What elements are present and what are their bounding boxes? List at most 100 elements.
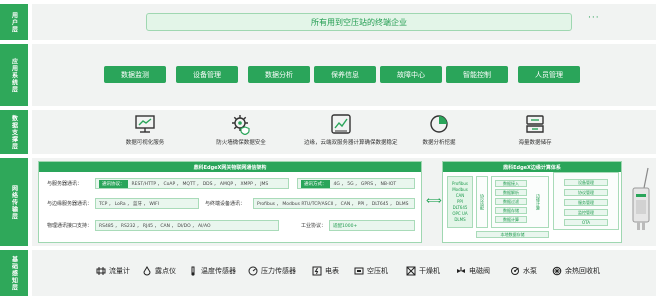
application-layer: 应用系统层 数据监测 设备管理 数据分析 保养信息 故障中心 智能控制 人员管理 [0,44,660,106]
dryer-icon [406,266,416,276]
user-layer: 用户层 所有用到空压站的终端企业 ··· [0,4,660,40]
network-layer: 网络传输层 鼎科EdgeX网关物联网通信架构 与服务器通讯： 通讯协议： RES… [0,158,660,246]
device-label: 干燥机 [419,267,440,275]
layer-label-network: 网络传输层 [0,158,28,246]
app-button-smart-control[interactable]: 智能控制 [446,66,508,83]
electric-meter-icon [312,266,322,276]
gateway-device-icon [632,167,650,230]
protocol-list: Profibus Modbus CAN PPI DLT645 OPC UA DL… [452,181,468,223]
layer-label-basic-sensing: 基础感知层 [0,250,28,296]
service-label: 数据分析挖掘 [422,140,456,146]
service-label: 数据可视化服务 [125,140,165,146]
flow-meter-icon [96,267,106,275]
app-button-staff-manage[interactable]: 人员管理 [518,66,580,83]
app-button-device-manage[interactable]: 设备管理 [176,66,238,83]
trend-chart-icon [331,114,351,134]
pressure-icon [248,266,258,276]
panel-title: 鼎科EdgeX网关物联网通信架构 [39,162,421,172]
device-heat-recovery: 余热回收机 [552,266,600,276]
monitor-chart-icon [135,115,155,133]
comm-protocol-box: 通讯协议： REST/HTTP ， CoAP ， MQTT ， DDS ， AM… [95,178,289,189]
comm-mode-tag: 通讯方式： [301,179,330,188]
device-label: 空压机 [367,267,388,275]
terminal-protocol-box: Profibus ， Modbus RTU/TCP/ASCII ， CAN ， … [253,198,415,209]
service-storage: 海量数据储存 [498,113,572,146]
comm-mode-values: 4G ， 5G ， GPRS ， NB-IOT [333,181,397,187]
app-button-data-analysis[interactable]: 数据分析 [248,66,310,83]
layer-label-data-support: 数据支撑层 [0,110,28,154]
data-support-layer-body: 数据可视化服务 防火墙微保数据安全 边缘，云端双服务器计算确保数据稳定 数据分析… [32,110,656,154]
device-label: 电磁阀 [469,267,490,275]
pie-chart-icon [430,115,448,133]
user-bar: 所有用到空压站的终端企业 [146,13,572,31]
device-label: 水泵 [523,267,537,275]
more-dots: ··· [588,13,600,23]
manage-item: 服务管理 [564,199,608,206]
data-item: 数据解析 [495,189,527,196]
local-storage-bar: 本地数据存储 [476,231,549,238]
device-pump: 水泵 [510,266,537,276]
pump-icon [511,267,519,275]
basic-sensing-layer: 基础感知层 流量计 露点仪 温度传感器 压力传感器 电表 空压机 干燥机 电磁阀… [0,250,660,296]
device-temperature: 温度传感器 [188,266,236,276]
device-label: 温度传感器 [201,267,236,275]
solenoid-valve-icon [457,267,465,273]
manage-item: 协议管理 [564,189,608,196]
edge-compute-label: 边缘计算 [536,194,541,210]
data-item: 数据计算 [495,216,527,223]
manage-item: OTA [564,219,608,226]
comm-protocol-values: REST/HTTP ， CoAP ， MQTT ， DDS ， AMQP ， X… [131,181,269,187]
edge-protocol-box: TCP ， LoRa ， 蓝牙 ， WIFI [95,198,199,209]
basic-sensing-layer-body: 流量计 露点仪 温度传感器 压力传感器 电表 空压机 干燥机 电磁阀 水泵 余热… [32,250,656,296]
terminal-label: 与终端设备通讯： [205,201,246,207]
bidirectional-arrow-icon: ⟺ [426,194,442,207]
service-visualization: 数据可视化服务 [108,113,182,146]
industrial-box: 适配1000+ [329,220,415,231]
protocol-adapt-box: 协议适配 [476,176,488,228]
protocol-adapt-label: 协议适配 [480,194,485,210]
protocol-list-box: Profibus Modbus CAN PPI DLT645 OPC UA DL… [447,176,473,228]
app-button-fault-center[interactable]: 故障中心 [380,66,442,83]
data-support-layer: 数据支撑层 数据可视化服务 防火墙微保数据安全 边缘，云端双服务器计算确保数据稳… [0,110,660,154]
device-label: 露点仪 [155,267,176,275]
device-label: 流量计 [109,267,130,275]
service-label: 边缘，云端双服务器计算确保数据稳定 [304,140,398,146]
edgex-edge-panel: 鼎科EdgeX边缘计算体系 Profibus Modbus CAN PPI DL… [442,161,622,243]
user-layer-body: 所有用到空压站的终端企业 ··· [32,4,656,40]
app-button-maintenance[interactable]: 保养信息 [314,66,376,83]
industrial-label: 工业协议： [301,223,327,229]
heat-recovery-icon [552,266,562,276]
service-dual-server: 边缘，云端双服务器计算确保数据稳定 [304,113,398,146]
physical-if-label: 物理通讯接口支持： [47,223,93,229]
manage-items-box: 设备管理 协议管理 服务管理 监控管理 OTA [553,172,619,230]
edgex-gateway-panel: 鼎科EdgeX网关物联网通信架构 与服务器通讯： 通讯协议： REST/HTTP… [38,161,422,243]
device-flow-meter: 流量计 [96,266,130,276]
app-button-data-monitor[interactable]: 数据监测 [104,66,166,83]
device-label: 压力传感器 [261,267,296,275]
application-layer-body: 数据监测 设备管理 数据分析 保养信息 故障中心 智能控制 人员管理 [32,44,656,106]
device-compressor: 空压机 [354,266,388,276]
gear-shield-icon [232,115,250,135]
service-label: 海量数据储存 [518,140,552,146]
data-item: 数据接入 [495,180,527,187]
device-electric-meter: 电表 [312,266,339,276]
manage-item: 监控管理 [564,209,608,216]
service-label: 防火墙微保数据安全 [216,140,266,146]
comm-mode-box: 通讯方式： 4G ， 5G ， GPRS ， NB-IOT [297,178,415,189]
device-dryer: 干燥机 [406,266,440,276]
comm-protocol-tag: 通讯协议： [99,179,128,188]
device-label: 余热回收机 [565,267,600,275]
device-pressure: 压力传感器 [248,266,296,276]
compressor-icon [354,267,364,275]
server-comm-label: 与服务器通讯： [47,181,83,187]
service-analysis: 数据分析挖掘 [402,113,476,146]
layer-label-user: 用户层 [0,4,28,40]
service-firewall: 防火墙微保数据安全 [204,113,278,146]
edge-server-label: 与边缘服务器通讯： [47,201,93,207]
protocol-item: DLMS [454,217,466,222]
data-item: 数据过滤 [495,198,527,205]
data-item: 数据存储 [495,207,527,214]
dew-point-icon [143,266,151,276]
network-layer-body: 鼎科EdgeX网关物联网通信架构 与服务器通讯： 通讯协议： REST/HTTP… [32,158,656,246]
physical-if-box: RS485 ， RS232 ， RJ45 ， CAN ， DI/DO ， AI/… [95,220,279,231]
